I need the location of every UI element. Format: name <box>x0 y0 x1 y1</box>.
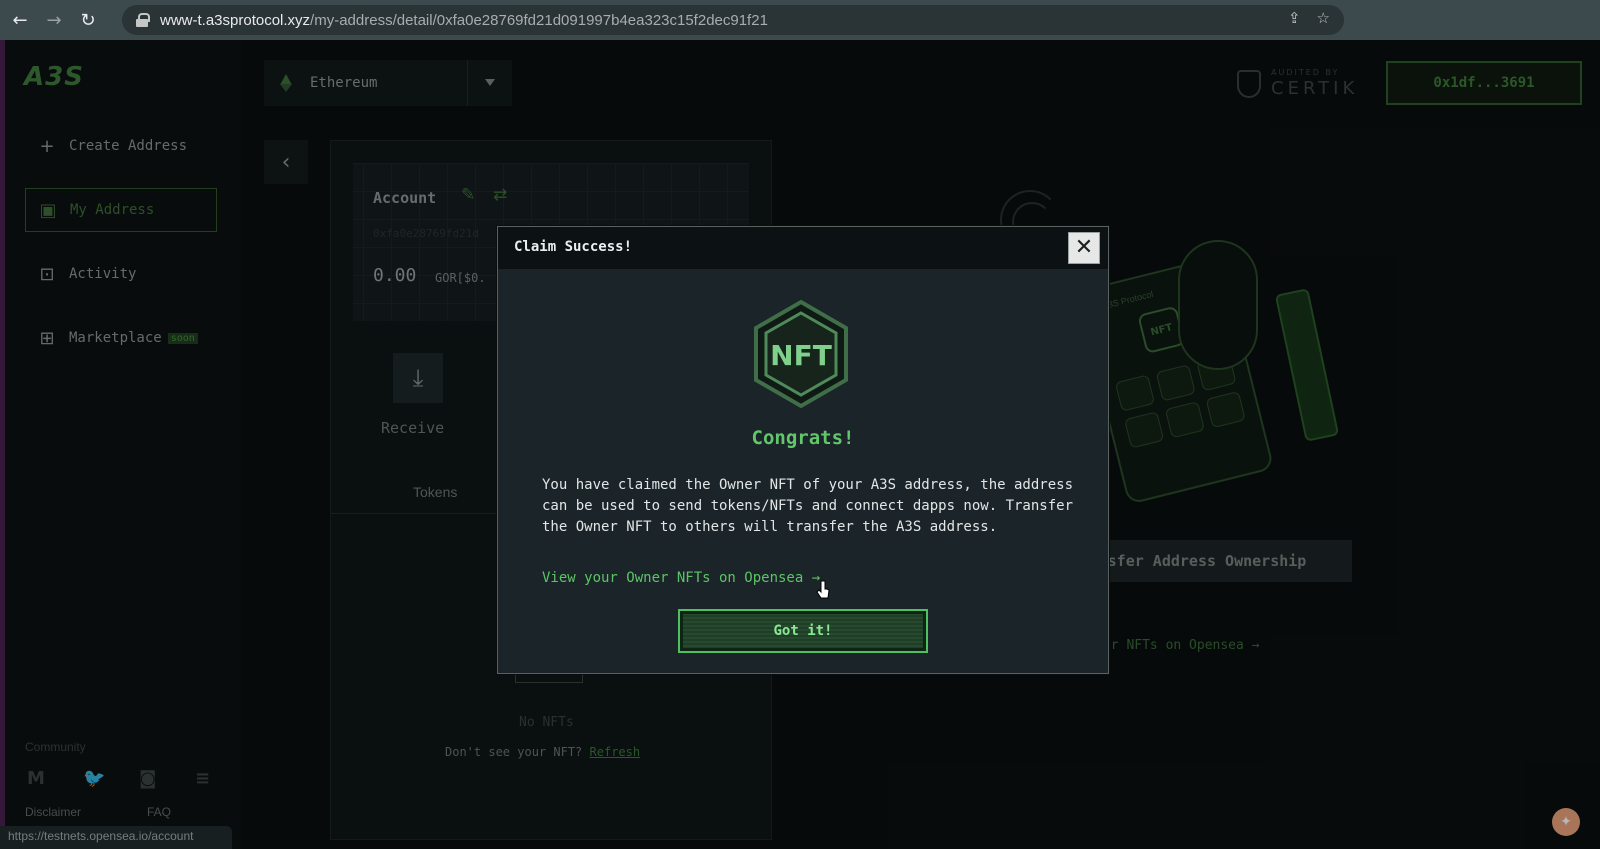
got-it-button[interactable]: Got it! <box>678 609 928 653</box>
opensea-link[interactable]: View your Owner NFTs on Opensea → <box>542 570 820 586</box>
claim-success-dialog: Claim Success! ✕ NFT Congrats! You have … <box>497 226 1109 674</box>
star-icon[interactable]: ☆ <box>1317 9 1330 27</box>
reload-icon[interactable]: ↻ <box>74 6 102 34</box>
browser-toolbar: ← → ↻ www-t.a3sprotocol.xyz/my-address/d… <box>0 0 1600 40</box>
congrats-heading: Congrats! <box>751 427 855 449</box>
nft-hexagon-svg: NFT <box>754 299 848 409</box>
url-path: /my-address/detail/0xfa0e28769fd21d09199… <box>310 11 768 29</box>
nft-hexagon-icon: NFT <box>751 299 851 409</box>
dialog-message: You have claimed the Owner NFT of your A… <box>542 477 1074 535</box>
address-bar[interactable]: www-t.a3sprotocol.xyz/my-address/detail/… <box>122 5 1344 35</box>
dialog-title: Claim Success! <box>514 239 633 255</box>
nft-hexagon-text: NFT <box>770 339 832 372</box>
url-host: www-t.a3sprotocol.xyz <box>160 11 311 29</box>
dialog-header: Claim Success! ✕ <box>498 227 1108 269</box>
address-bar-actions: ⇪ ☆ <box>1288 9 1330 27</box>
app-root: ← → ↻ www-t.a3sprotocol.xyz/my-address/d… <box>0 0 1600 849</box>
lock-icon[interactable] <box>136 13 150 27</box>
back-nav-icon[interactable]: ← <box>6 6 34 34</box>
share-icon[interactable]: ⇪ <box>1288 9 1301 27</box>
forward-nav-icon[interactable]: → <box>40 6 68 34</box>
close-icon[interactable]: ✕ <box>1068 232 1100 264</box>
